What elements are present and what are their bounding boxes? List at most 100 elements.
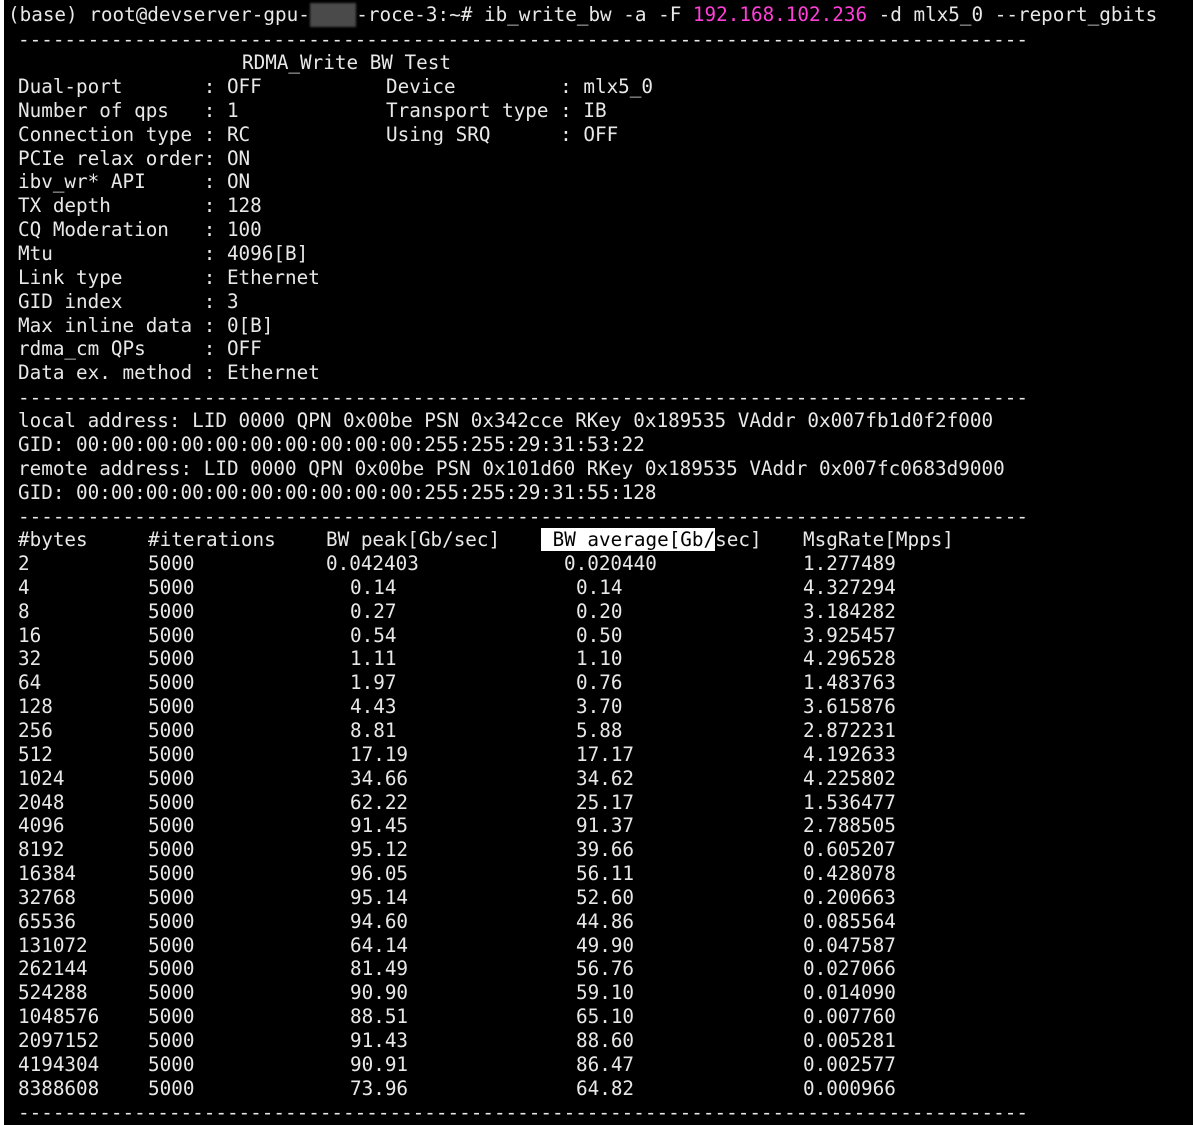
cell-bw-average: 39.66	[576, 838, 635, 862]
setting-value: 100	[226, 218, 262, 242]
cell-bw-peak: 91.45	[350, 814, 409, 838]
table-row: 256 5000 8.81 5.88 2.872231	[4, 719, 1193, 743]
cell-bw-average: 64.82	[576, 1076, 635, 1100]
cell-iterations: 5000	[148, 552, 195, 575]
cell-bw-peak: 88.51	[350, 1005, 409, 1029]
setting-value: 1	[226, 98, 239, 122]
table-row: 128 5000 4.43 3.70 3.615876	[4, 695, 1193, 719]
cell-bw-average: 91.37	[576, 814, 635, 838]
cell-msg-rate: 3.184282	[803, 599, 896, 623]
cell-bw-peak: 34.66	[350, 766, 409, 790]
table-row: 1048576 5000 88.51 65.10 0.007760	[4, 1005, 1193, 1029]
setting-row: Dual-port : OFF	[18, 75, 262, 99]
setting-label: ibv_wr* API	[18, 170, 193, 194]
cell-bytes: 4194304	[18, 1052, 100, 1076]
ip-address: 192.168.102.236	[692, 3, 868, 26]
cell-bw-average: 56.76	[576, 957, 635, 981]
local-address: local address: LID 0000 QPN 0x00be PSN 0…	[18, 409, 994, 432]
cell-bw-peak: 1.97	[350, 671, 397, 695]
cell-bw-peak: 95.12	[350, 838, 409, 862]
table-row: 262144 5000 81.49 56.76 0.027066	[4, 957, 1193, 981]
cell-iterations: 5000	[148, 957, 195, 981]
cell-bytes: 16384	[18, 862, 77, 886]
cell-bw-peak: 64.14	[350, 933, 409, 957]
separator-mid: ----------------------------------------…	[18, 386, 1028, 409]
table-row: 2097152 5000 91.43 88.60 0.005281	[4, 1029, 1193, 1053]
cell-iterations: 5000	[148, 623, 195, 647]
cell-iterations: 5000	[148, 1076, 195, 1100]
table-row: 8192 5000 95.12 39.66 0.605207	[4, 838, 1193, 862]
table-row: 4194304 5000 90.91 86.47 0.002577	[4, 1053, 1193, 1077]
cell-iterations: 5000	[148, 1005, 195, 1029]
cell-iterations: 5000	[148, 1052, 195, 1076]
setting-label: GID index	[18, 289, 193, 313]
cell-bw-peak: 95.14	[350, 885, 409, 909]
header-msg-rate: MsgRate[Mpps]	[803, 528, 954, 551]
cell-bw-peak: 8.81	[350, 718, 397, 742]
cell-msg-rate: 0.200663	[803, 885, 896, 909]
setting-value: Ethernet	[226, 265, 320, 289]
setting-label: Connection type	[18, 122, 193, 146]
setting-value: OFF	[583, 122, 619, 146]
cell-msg-rate: 3.615876	[803, 695, 896, 719]
cell-bw-average: 5.88	[576, 718, 623, 742]
cell-bytes: 256	[18, 718, 53, 742]
command-text: ib_write_bw -a -F	[483, 3, 693, 26]
cell-bytes: 65536	[18, 909, 77, 933]
setting-row: Using SRQ : OFF	[386, 123, 618, 147]
setting-colon: :	[548, 98, 584, 122]
cell-msg-rate: 1.536477	[803, 790, 896, 814]
separator-top: ----------------------------------------…	[18, 28, 1028, 51]
header-bytes: #bytes	[18, 528, 88, 551]
setting-row: ibv_wr* API : ON	[18, 170, 250, 194]
cell-iterations: 5000	[148, 671, 195, 695]
cell-iterations: 5000	[148, 742, 195, 766]
cell-bw-peak: 4.43	[350, 695, 397, 719]
setting-colon: :	[192, 194, 227, 218]
command-args: -d mlx5_0 --report_gbits	[867, 3, 1158, 26]
setting-colon: :	[192, 265, 227, 289]
cell-bytes: 1024	[18, 766, 65, 790]
cell-bw-peak: 91.43	[350, 1029, 409, 1052]
setting-value: ON	[226, 170, 251, 194]
cell-bytes: 128	[18, 695, 53, 719]
cell-bytes: 32768	[18, 885, 77, 909]
header-iterations: #iterations	[148, 528, 276, 551]
cell-msg-rate: 4.296528	[803, 647, 896, 671]
table-row: 16 5000 0.54 0.50 3.925457	[4, 624, 1193, 648]
setting-colon: :	[192, 313, 227, 337]
remote-gid: GID: 00:00:00:00:00:00:00:00:00:00:255:2…	[18, 481, 657, 504]
cell-bytes: 2097152	[18, 1029, 100, 1052]
table-header: #bytes #iterations BW peak[Gb/sec] BW av…	[4, 528, 1193, 552]
setting-colon: :	[548, 122, 584, 146]
setting-label: Device	[386, 75, 549, 98]
setting-label: Using SRQ	[386, 122, 549, 146]
setting-colon: :	[192, 337, 227, 361]
cell-bytes: 2048	[18, 790, 65, 814]
cell-bytes: 262144	[18, 957, 88, 981]
cell-bytes: 524288	[18, 981, 88, 1005]
cell-msg-rate: 2.872231	[803, 718, 896, 742]
cell-msg-rate: 0.085564	[803, 909, 896, 933]
setting-label: PCIe relax order	[18, 146, 204, 170]
prompt-prefix: (base) root@devserver-gpu-	[8, 3, 310, 26]
terminal-output[interactable]: (base) root@devserver-gpu-xxxx-roce-3:~#…	[4, 0, 1193, 1125]
cell-bw-average: 49.90	[576, 933, 635, 957]
table-row: 512 5000 17.19 17.17 4.192633	[4, 743, 1193, 767]
cell-iterations: 5000	[148, 1029, 195, 1052]
table-row: 32768 5000 95.14 52.60 0.200663	[4, 886, 1193, 910]
setting-colon: :	[192, 289, 227, 313]
cell-bytes: 32	[18, 647, 42, 671]
cell-msg-rate: 0.014090	[803, 981, 896, 1005]
cell-bw-average: 88.60	[576, 1029, 635, 1052]
cell-bytes: 2	[18, 552, 30, 575]
setting-label: Mtu	[18, 241, 193, 265]
setting-label: CQ Moderation	[18, 218, 193, 242]
cell-bw-average: 1.10	[576, 647, 623, 671]
header-bw-average: BW average[Gb/sec]	[541, 528, 762, 552]
setting-label: Dual-port	[18, 75, 193, 98]
cell-bw-peak: 0.54	[350, 623, 397, 647]
setting-value: 0[B]	[226, 313, 274, 337]
setting-label: Link type	[18, 265, 193, 289]
setting-value: mlx5_0	[583, 75, 654, 98]
